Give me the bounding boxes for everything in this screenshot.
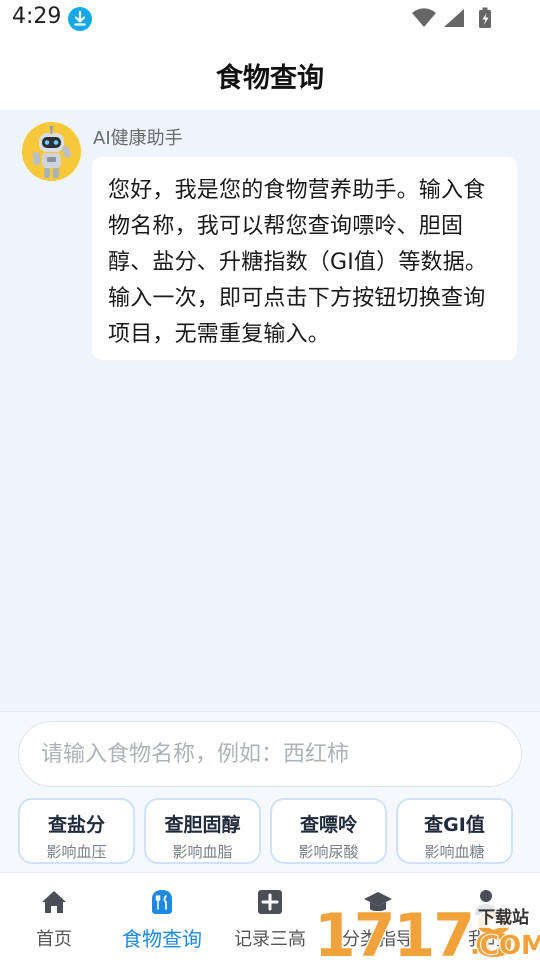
query-salt-label: 查盐分 [47,814,105,836]
wifi-icon [412,8,436,27]
query-cholesterol-label: 查胆固醇 [164,814,241,836]
signal-icon [444,9,464,27]
watermark-com: .COM [470,931,540,960]
query-gi-button[interactable]: 查GI值 影响血糖 [396,798,513,864]
chat-message-bubble: 您好，我是您的食物营养助手。输入食物名称，我可以帮您查询嘌呤、胆固醇、盐分、升糖… [92,157,517,360]
app-header: 食物查询 [0,38,540,110]
tab-record-label: 记录三高 [234,929,306,950]
query-purine-button[interactable]: 查嘌呤 影响尿酸 [270,798,387,864]
tab-home[interactable]: 首页 [0,873,108,960]
home-icon [39,887,69,917]
query-gi-label: 查GI值 [424,814,485,836]
query-purine-sub: 影响尿酸 [298,843,359,861]
chat-message-text: 您好，我是您的食物营养助手。输入食物名称，我可以帮您查询嘌呤、胆固醇、盐分、升糖… [108,178,488,347]
query-gi-sub: 影响血糖 [424,843,485,861]
query-cholesterol-button[interactable]: 查胆固醇 影响血脂 [144,798,261,864]
plus-square-icon [255,887,285,917]
food-search-input[interactable] [41,722,501,786]
query-purine-label: 查嘌呤 [299,814,357,836]
utensils-icon [147,887,177,917]
tab-food-query-label: 食物查询 [122,927,202,951]
tab-food-query[interactable]: 食物查询 [108,873,216,960]
query-panel: 查盐分 影响血压 查胆固醇 影响血脂 查嘌呤 影响尿酸 查GI值 影响血糖 [0,711,540,872]
robot-avatar-icon [22,122,81,181]
status-icons [410,7,500,29]
chat-area[interactable]: AI健康助手 您好，我是您的食物营养助手。输入食物名称，我可以帮您查询嘌呤、胆固… [0,110,540,711]
download-icon [68,7,92,31]
status-time: 4:29 [12,4,62,29]
query-cholesterol-sub: 影响血脂 [172,843,233,861]
bot-name: AI健康助手 [93,128,183,149]
search-box[interactable] [18,721,522,787]
query-salt-button[interactable]: 查盐分 影响血压 [18,798,135,864]
tab-record[interactable]: 记录三高 [216,873,324,960]
watermark-tag: 下载站 [478,907,529,928]
status-bar: 4:29 [0,0,540,38]
battery-icon [479,7,491,28]
query-salt-sub: 影响血压 [46,843,107,861]
tab-home-label: 首页 [36,929,72,950]
watermark-logo: 17178 .COM 下载站 [312,896,540,960]
page-title: 食物查询 [216,63,324,94]
